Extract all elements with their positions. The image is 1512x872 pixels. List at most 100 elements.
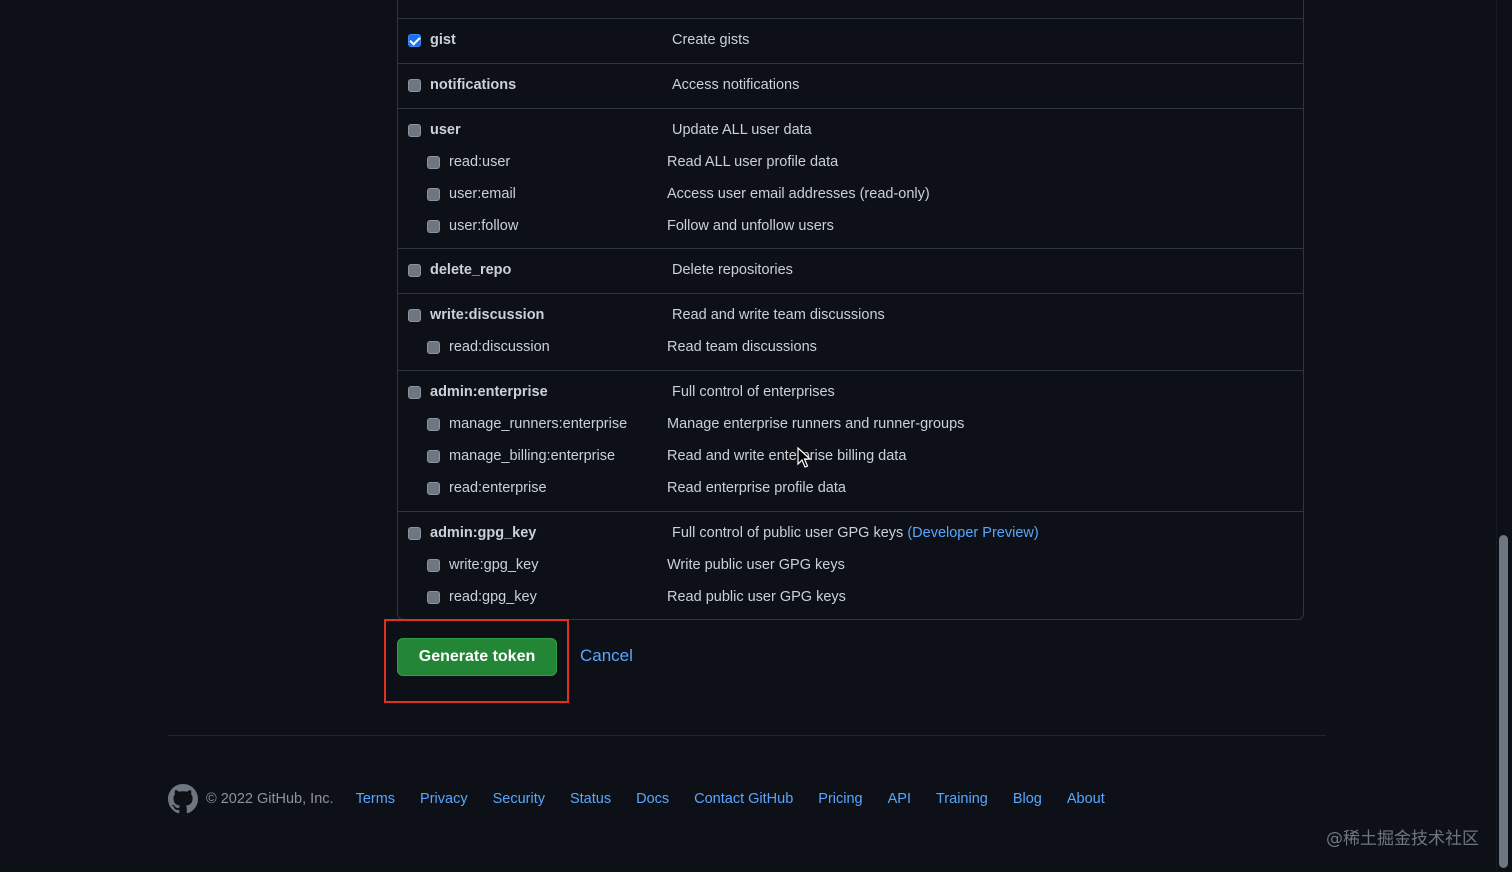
scope-description-text: Read team discussions [667,339,817,355]
scope-checkbox[interactable] [427,559,440,572]
scope-checkbox[interactable] [408,527,421,540]
scope-row: admin:enterprise Full control of enterpri… [398,381,1303,405]
scope-row: manage_runners:enterprise Manage enterpri… [398,413,1303,437]
scope-description-text: Create gists [672,32,750,48]
footer-link-blog[interactable]: Blog [1013,791,1042,807]
scope-description-text: Full control of public user GPG keys [672,525,904,541]
scope-name[interactable]: user [430,122,461,138]
scope-name[interactable]: write:gpg_key [449,557,538,573]
scope-name[interactable]: manage_billing:enterprise [449,448,615,464]
scope-description: Read team discussions [667,339,817,355]
scope-description-text: Update ALL user data [672,122,812,138]
scope-name[interactable]: notifications [430,77,516,93]
scope-description-text: Read ALL user profile data [667,154,839,170]
scope-description-text: Read and write team discussions [672,307,885,323]
scope-row: admin:gpg_key Full control of public user… [398,522,1303,546]
footer-link-privacy[interactable]: Privacy [420,791,468,807]
scope-description: Write public user GPG keys [667,557,845,573]
scope-group-gist: gist Create gists [398,18,1303,63]
footer-link-docs[interactable]: Docs [636,791,669,807]
scope-description: Follow and unfollow users [667,218,834,234]
scope-description-text: Read enterprise profile data [667,480,846,496]
scope-description: Update ALL user data [672,122,812,138]
footer-link-training[interactable]: Training [936,791,988,807]
scope-checkbox[interactable] [427,341,440,354]
scope-description: Read and write team discussions [672,307,885,323]
scope-name[interactable]: read:user [449,154,510,170]
scope-checkbox[interactable] [427,418,440,431]
scope-row: user Update ALL user data [398,119,1303,143]
footer-link-api[interactable]: API [888,791,911,807]
scope-name[interactable]: admin:enterprise [430,384,548,400]
watermark: @稀土掘金技术社区 [1326,829,1479,849]
scope-name[interactable]: delete_repo [430,262,511,278]
scopes-table: gist Create gists notifications Access noti… [397,0,1304,620]
scope-description: Full control of public user GPG keys (De… [672,525,1039,541]
footer: © 2022 GitHub, Inc. Terms Privacy Security… [168,784,1105,814]
scope-row: write:discussion Read and write team disc… [398,304,1303,328]
scope-description: Read and write enterprise billing data [667,448,906,464]
scope-checkbox[interactable] [408,386,421,399]
github-logo-icon[interactable] [168,784,198,814]
footer-links: Terms Privacy Security Status Docs Contact Gi… [356,791,1105,807]
scrollbar-thumb[interactable] [1499,535,1508,868]
generate-token-button[interactable]: Generate token [397,638,557,676]
developer-preview-link[interactable]: (Developer Preview) [907,525,1038,541]
footer-link-contact-github[interactable]: Contact GitHub [694,791,793,807]
footer-link-pricing[interactable]: Pricing [818,791,862,807]
scope-checkbox[interactable] [427,450,440,463]
scope-checkbox[interactable] [427,156,440,169]
scope-name[interactable]: user:follow [449,218,518,234]
scope-group-notifications: notifications Access notifications [398,63,1303,108]
scope-checkbox[interactable] [427,591,440,604]
scope-group-write-discussion: write:discussion Read and write team disc… [398,293,1303,370]
scope-row: gist Create gists [398,29,1303,53]
scope-name[interactable]: write:discussion [430,307,544,323]
scope-checkbox[interactable] [427,188,440,201]
footer-link-about[interactable]: About [1067,791,1105,807]
scope-checkbox[interactable] [408,34,421,47]
scope-name[interactable]: read:enterprise [449,480,547,496]
footer-link-security[interactable]: Security [493,791,545,807]
cancel-link[interactable]: Cancel [580,646,633,666]
scope-description: Read enterprise profile data [667,480,846,496]
scope-row: read:discussion Read team discussions [398,336,1303,360]
scope-description-text: Read public user GPG keys [667,589,846,605]
scope-checkbox[interactable] [427,482,440,495]
scope-checkbox[interactable] [408,309,421,322]
scope-row: user:follow Follow and unfollow users [398,215,1303,239]
scope-row: delete_repo Delete repositories [398,259,1303,283]
scope-description: Access user email addresses (read-only) [667,186,930,202]
scope-row: manage_billing:enterprise Read and write … [398,445,1303,469]
footer-link-terms[interactable]: Terms [356,791,395,807]
scope-checkbox[interactable] [408,124,421,137]
footer-copyright: © 2022 GitHub, Inc. [206,791,334,807]
scope-description-text: Follow and unfollow users [667,218,834,234]
scope-group-admin-enterprise: admin:enterprise Full control of enterpri… [398,370,1303,511]
scope-description: Read ALL user profile data [667,154,838,170]
footer-link-status[interactable]: Status [570,791,611,807]
scope-name[interactable]: admin:gpg_key [430,525,536,541]
scope-group-admin-gpg-key: admin:gpg_key Full control of public user… [398,511,1303,621]
scope-description-text: Read and write enterprise billing data [667,448,907,464]
scope-row: user:email Access user email addresses (r… [398,183,1303,207]
scope-name[interactable]: read:discussion [449,339,550,355]
scope-name[interactable]: manage_runners:enterprise [449,416,627,432]
scope-description: Create gists [672,32,749,48]
scope-checkbox[interactable] [427,220,440,233]
scope-description-text: Manage enterprise runners and runner-gro… [667,416,965,432]
scope-name[interactable]: user:email [449,186,516,202]
footer-divider [168,735,1326,736]
scope-checkbox[interactable] [408,79,421,92]
scope-name[interactable]: gist [430,32,456,48]
scope-description-text: Write public user GPG keys [667,557,845,573]
scope-checkbox[interactable] [408,264,421,277]
scope-description-text: Access notifications [672,77,800,93]
scope-name[interactable]: read:gpg_key [449,589,537,605]
scope-description: Delete repositories [672,262,793,278]
scope-description: Full control of enterprises [672,384,835,400]
page: gist Create gists notifications Access noti… [0,0,1512,872]
scope-description-text: Delete repositories [672,262,793,278]
scope-group-delete-repo: delete_repo Delete repositories [398,248,1303,293]
scope-row: read:user Read ALL user profile data [398,151,1303,175]
